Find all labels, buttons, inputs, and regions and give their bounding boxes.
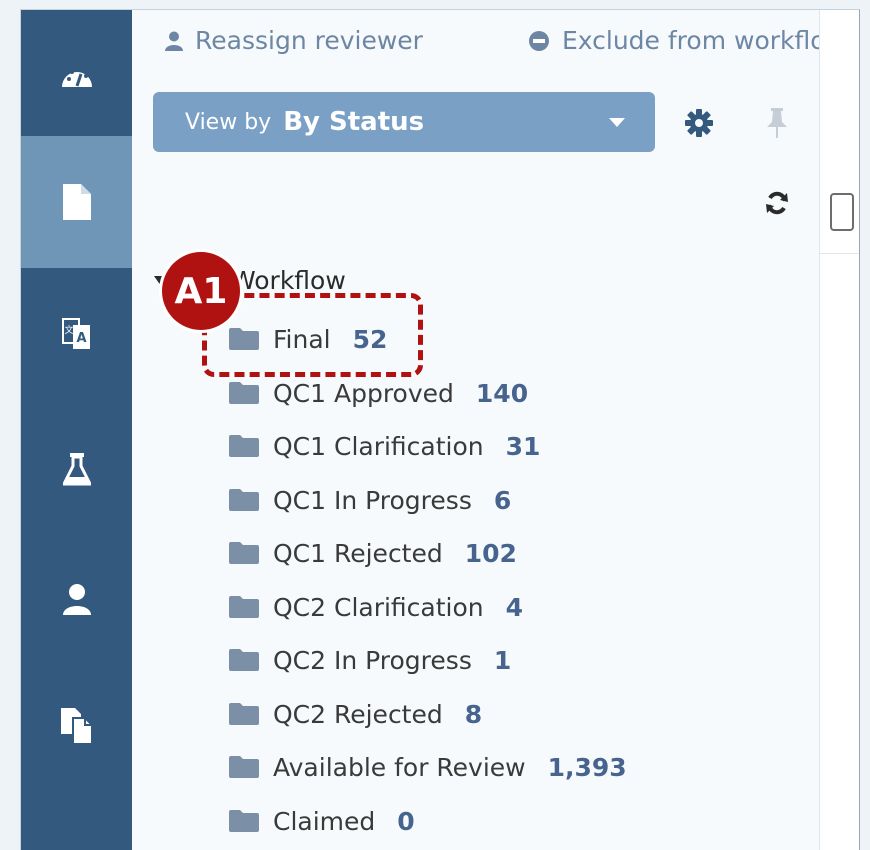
view-by-dropdown[interactable]: View by By Status xyxy=(153,92,655,152)
svg-text:A: A xyxy=(76,331,86,346)
chevron-down-icon xyxy=(609,118,625,127)
status-folder-count: 0 xyxy=(397,806,415,836)
status-folder-item[interactable]: QC1 In Progress 6 xyxy=(229,480,511,520)
view-by-label: View by xyxy=(185,109,272,135)
folder-icon xyxy=(229,756,259,778)
reassign-reviewer-label: Reassign reviewer xyxy=(195,26,423,55)
status-folder-count: 8 xyxy=(464,699,483,729)
exclude-from-workflow-button[interactable]: Exclude from workflo xyxy=(528,26,826,55)
status-folder-count: 1 xyxy=(493,645,512,675)
nav-copy[interactable] xyxy=(21,660,132,792)
status-folder-item[interactable]: QC1 Approved 140 xyxy=(229,373,528,413)
nav-users[interactable] xyxy=(21,533,132,665)
annotation-badge: A1 xyxy=(162,252,240,330)
folder-icon xyxy=(229,649,259,671)
dashboard-icon xyxy=(61,68,92,87)
select-all-checkbox[interactable] xyxy=(830,193,854,231)
status-folder-item[interactable]: QC1 Rejected 102 xyxy=(229,533,517,573)
status-folder-count: 140 xyxy=(475,378,529,408)
status-folder-name: QC1 Rejected xyxy=(273,538,443,568)
folder-icon xyxy=(229,542,259,564)
refresh-icon xyxy=(766,191,788,215)
status-folder-name: QC2 In Progress xyxy=(273,645,472,675)
status-folder-item[interactable]: QC1 Clarification 31 xyxy=(229,426,540,466)
minus-circle-icon xyxy=(529,30,549,51)
status-folder-count: 4 xyxy=(505,592,524,622)
status-folder-name: Available for Review xyxy=(273,752,526,782)
folder-icon xyxy=(229,435,259,457)
status-folder-count: 102 xyxy=(464,538,517,568)
refresh-button[interactable] xyxy=(760,186,794,220)
settings-button[interactable] xyxy=(682,106,716,140)
folder-icon xyxy=(229,489,259,511)
status-folder-item[interactable]: Claimed 0 xyxy=(229,801,415,841)
status-folder-item[interactable]: QC2 Clarification 4 xyxy=(229,587,523,627)
flask-icon xyxy=(62,453,91,486)
pin-button[interactable] xyxy=(760,106,794,140)
gear-icon xyxy=(685,109,713,137)
document-list-edge xyxy=(819,10,859,850)
view-by-value: By Status xyxy=(283,107,425,137)
nav-lab[interactable] xyxy=(21,404,132,536)
status-folder-name: QC1 Clarification xyxy=(273,431,484,461)
nav-translate[interactable]: A 文 xyxy=(21,268,132,400)
divider xyxy=(820,253,859,254)
folder-icon xyxy=(229,810,259,832)
folder-icon xyxy=(229,703,259,725)
document-icon xyxy=(62,184,91,220)
status-folder-name: QC1 In Progress xyxy=(273,485,472,515)
nav-dashboard[interactable] xyxy=(21,10,132,142)
svg-text:文: 文 xyxy=(64,324,73,336)
status-folder-item[interactable]: QC2 Rejected 8 xyxy=(229,694,482,734)
copy-icon xyxy=(60,708,93,744)
pin-icon xyxy=(767,108,787,138)
folder-icon xyxy=(229,596,259,618)
user-icon xyxy=(165,31,183,51)
status-folder-count: 1,393 xyxy=(547,752,627,782)
status-folder-name: QC2 Clarification xyxy=(273,592,484,622)
status-folder-name: QC2 Rejected xyxy=(273,699,443,729)
status-folder-count: 6 xyxy=(493,485,512,515)
status-folder-name: Claimed xyxy=(273,806,376,836)
folder-icon xyxy=(229,382,259,404)
status-folder-item[interactable]: Available for Review 1,393 xyxy=(229,747,627,787)
status-folder-item[interactable]: QC2 In Progress 1 xyxy=(229,640,511,680)
nav-rail: A 文 xyxy=(21,10,132,850)
nav-documents[interactable] xyxy=(21,136,132,268)
exclude-from-workflow-label: Exclude from workflo xyxy=(562,26,826,55)
user-icon xyxy=(62,584,91,615)
reassign-reviewer-button[interactable]: Reassign reviewer xyxy=(165,26,423,55)
translate-icon: A 文 xyxy=(61,318,90,349)
status-folder-count: 31 xyxy=(505,431,541,461)
action-toolbar: Reassign reviewer Exclude from workflo xyxy=(132,10,826,80)
status-folder-name: QC1 Approved xyxy=(273,378,454,408)
